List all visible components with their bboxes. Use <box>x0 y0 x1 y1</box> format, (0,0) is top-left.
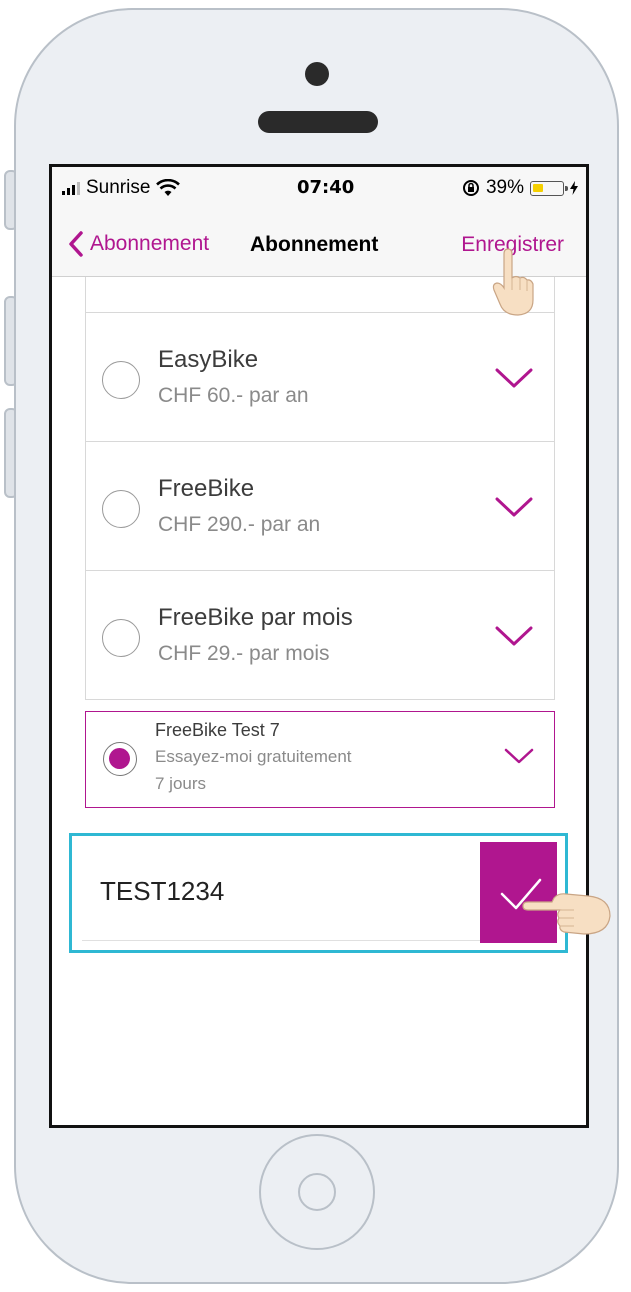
subscription-option-selected[interactable]: FreeBike Test 7 Essayez-moi gratuitement… <box>85 711 555 808</box>
radio-selected-dot <box>109 748 130 769</box>
battery-percent: 39% <box>485 177 524 198</box>
wifi-icon <box>156 179 181 196</box>
subscription-price: CHF 290.- par an <box>158 513 321 536</box>
status-time: 07:40 <box>297 177 355 198</box>
radio-button[interactable] <box>102 619 140 657</box>
front-camera <box>305 62 329 86</box>
partial-price-text <box>156 277 162 289</box>
promo-code-input[interactable]: TEST1234 <box>82 843 482 941</box>
pointing-hand-icon <box>522 893 611 935</box>
chevron-down-icon[interactable] <box>494 367 534 389</box>
subscription-name: FreeBike Test 7 <box>155 720 280 740</box>
subscription-list: EasyBike CHF 60.- par an FreeBike CHF 29… <box>85 277 555 700</box>
subscription-option[interactable]: FreeBike par mois CHF 29.- par mois <box>85 571 555 700</box>
signal-icon <box>62 181 80 195</box>
earpiece-speaker <box>258 111 378 133</box>
charging-icon <box>570 181 578 195</box>
radio-button[interactable] <box>102 490 140 528</box>
subscription-price: CHF 29.- par mois <box>158 642 330 665</box>
subscription-option[interactable]: EasyBike CHF 60.- par an <box>85 313 555 442</box>
chevron-left-icon <box>69 231 83 257</box>
chevron-down-icon[interactable] <box>504 748 534 764</box>
subscription-name: EasyBike <box>158 346 259 373</box>
page-title: Abonnement <box>250 233 379 256</box>
pointing-hand-icon <box>492 248 534 316</box>
subscription-name: FreeBike <box>158 475 255 502</box>
subscription-subtitle: Essayez-moi gratuitement <box>155 747 352 766</box>
carrier-label: Sunrise <box>86 177 151 198</box>
home-button-ring <box>298 1173 336 1211</box>
status-bar: Sunrise 07:40 39% <box>52 167 586 211</box>
back-label: Abonnement <box>90 232 210 255</box>
home-button[interactable] <box>259 1134 375 1250</box>
promo-code-box: TEST1234 <box>69 833 568 953</box>
radio-button[interactable] <box>102 361 140 399</box>
chevron-down-icon[interactable] <box>494 496 534 518</box>
radio-button-selected[interactable] <box>103 742 137 776</box>
subscription-price: CHF 60.- par an <box>158 384 309 407</box>
list-item-partial[interactable] <box>85 277 555 313</box>
battery-icon <box>530 180 568 196</box>
back-button[interactable]: Abonnement <box>68 231 209 257</box>
subscription-option[interactable]: FreeBike CHF 290.- par an <box>85 442 555 571</box>
subscription-name: FreeBike par mois <box>158 604 353 631</box>
subscription-duration: 7 jours <box>155 774 207 793</box>
chevron-down-icon[interactable] <box>494 625 534 647</box>
rotation-lock-icon <box>462 180 479 196</box>
